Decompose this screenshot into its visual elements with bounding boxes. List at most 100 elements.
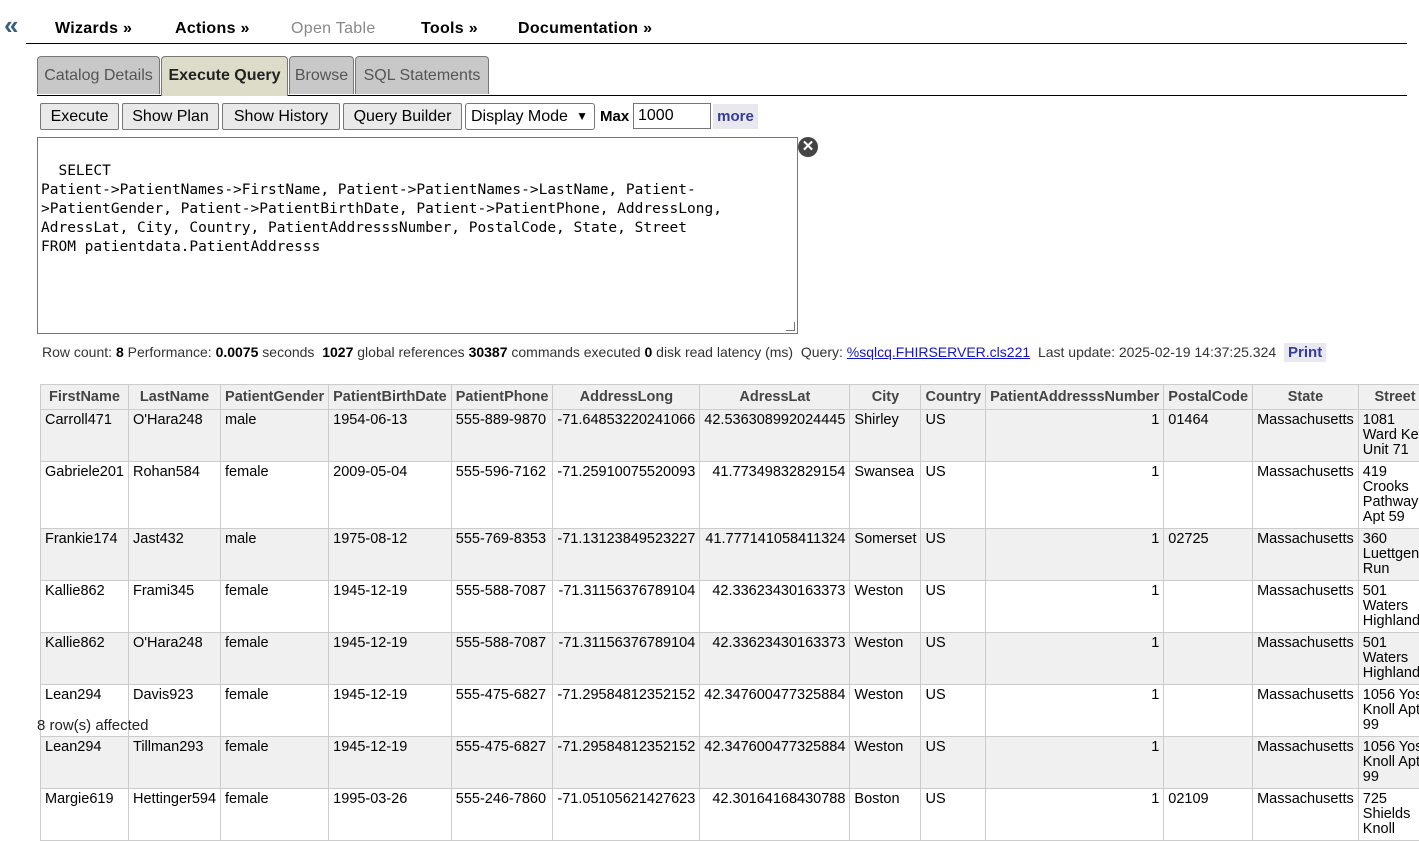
table-cell: Massachusetts — [1253, 410, 1359, 462]
rows-affected: 8 row(s) affected — [37, 717, 148, 734]
table-cell: 555-475-6827 — [451, 737, 553, 789]
table-cell: 42.33623430163373 — [700, 633, 850, 685]
commands-value: 30387 — [469, 344, 508, 360]
table-cell: 555-588-7087 — [451, 633, 553, 685]
table-cell: 555-246-7860 — [451, 789, 553, 841]
table-cell: O'Hara248 — [129, 633, 221, 685]
table-cell: Somerset — [850, 529, 921, 581]
table-cell: US — [921, 737, 986, 789]
table-cell: female — [221, 633, 329, 685]
table-cell: 1 — [986, 685, 1164, 737]
tab-execute-query[interactable]: Execute Query — [161, 56, 288, 96]
table-cell: 1945-12-19 — [329, 685, 452, 737]
global-refs-label: global references — [357, 344, 464, 360]
column-header: PostalCode — [1164, 385, 1253, 410]
tab-sql-statements[interactable]: SQL Statements — [355, 56, 489, 94]
table-cell: 1056 Yost Knoll Apt 99 — [1358, 737, 1419, 789]
query-cache-link[interactable]: %sqlcq.FHIRSERVER.cls221 — [847, 344, 1030, 360]
column-header: AdressLat — [700, 385, 850, 410]
table-cell: female — [221, 581, 329, 633]
more-link[interactable]: more — [713, 104, 758, 129]
table-cell: 42.536308992024445 — [700, 410, 850, 462]
table-cell: male — [221, 529, 329, 581]
table-cell: Massachusetts — [1253, 737, 1359, 789]
table-cell: US — [921, 685, 986, 737]
show-history-button[interactable]: Show History — [222, 103, 340, 130]
nav-actions[interactable]: Actions » — [175, 20, 250, 38]
table-cell: Hettinger594 — [129, 789, 221, 841]
table-cell: Frami345 — [129, 581, 221, 633]
table-cell: Massachusetts — [1253, 633, 1359, 685]
table-cell: 1 — [986, 581, 1164, 633]
query-builder-button[interactable]: Query Builder — [343, 103, 462, 130]
table-cell: US — [921, 462, 986, 529]
global-refs-value: 1027 — [322, 344, 353, 360]
row-count-label: Row count: — [42, 344, 112, 360]
nav-open-table: Open Table — [291, 20, 376, 38]
column-header: AddressLong — [553, 385, 700, 410]
table-cell: 1 — [986, 737, 1164, 789]
table-cell: 1945-12-19 — [329, 737, 452, 789]
show-plan-button[interactable]: Show Plan — [122, 103, 219, 130]
disk-latency-value: 0 — [644, 344, 652, 360]
table-cell: US — [921, 581, 986, 633]
table-cell: 42.30164168430788 — [700, 789, 850, 841]
table-cell: Lean294 — [41, 737, 129, 789]
table-cell: 1 — [986, 410, 1164, 462]
top-nav: Wizards » Actions » Open Table Tools » D… — [26, 16, 1407, 44]
table-cell: female — [221, 462, 329, 529]
seconds-label: seconds — [262, 344, 314, 360]
table-cell: Boston — [850, 789, 921, 841]
table-cell: 01464 — [1164, 410, 1253, 462]
table-cell: US — [921, 410, 986, 462]
table-cell: 1975-08-12 — [329, 529, 452, 581]
table-cell: -71.29584812352152 — [553, 737, 700, 789]
table-cell — [1164, 581, 1253, 633]
collapse-menu-icon[interactable]: « — [4, 12, 18, 38]
table-cell: male — [221, 410, 329, 462]
table-cell: 360 Luettgen Run — [1358, 529, 1419, 581]
max-rows-input[interactable]: 1000 — [633, 103, 711, 129]
tab-browse[interactable]: Browse — [289, 56, 354, 94]
display-mode-select[interactable]: Display Mode ▼ — [465, 103, 595, 130]
table-cell: 1954-06-13 — [329, 410, 452, 462]
nav-tools[interactable]: Tools » — [421, 20, 478, 38]
clear-query-icon[interactable]: ✕ — [798, 137, 818, 157]
table-cell: Massachusetts — [1253, 529, 1359, 581]
table-cell: Kallie862 — [41, 633, 129, 685]
table-cell: 42.33623430163373 — [700, 581, 850, 633]
tab-bar: Catalog Details Execute Query Browse SQL… — [37, 56, 1407, 96]
execute-button[interactable]: Execute — [40, 103, 119, 130]
table-cell: 1995-03-26 — [329, 789, 452, 841]
tab-catalog-details[interactable]: Catalog Details — [37, 56, 160, 94]
print-button[interactable]: Print — [1284, 343, 1326, 362]
table-cell: Tillman293 — [129, 737, 221, 789]
table-row: Gabriele201Rohan584female2009-05-04555-5… — [41, 462, 1419, 529]
table-cell: Jast432 — [129, 529, 221, 581]
disk-latency-label: disk read latency (ms) — [656, 344, 793, 360]
table-cell: -71.64853220241066 — [553, 410, 700, 462]
table-cell: 419 Crooks Pathway Apt 59 — [1358, 462, 1419, 529]
table-cell: 725 Shields Knoll — [1358, 789, 1419, 841]
table-cell — [1164, 737, 1253, 789]
table-cell: -71.05105621427623 — [553, 789, 700, 841]
max-label: Max — [600, 108, 629, 125]
column-header: Street — [1358, 385, 1419, 410]
performance-value: 0.0075 — [216, 344, 259, 360]
table-cell: 02725 — [1164, 529, 1253, 581]
table-cell: 1081 Ward Key Unit 71 — [1358, 410, 1419, 462]
resize-handle-icon[interactable] — [786, 322, 795, 331]
sql-query-textarea[interactable]: SELECT Patient->PatientNames->FirstName,… — [37, 137, 798, 334]
table-cell: 02109 — [1164, 789, 1253, 841]
table-cell: Weston — [850, 581, 921, 633]
query-stats: Row count: 8 Performance: 0.0075 seconds… — [42, 343, 1326, 362]
table-cell: Swansea — [850, 462, 921, 529]
table-cell: US — [921, 529, 986, 581]
nav-documentation[interactable]: Documentation » — [518, 20, 652, 38]
table-cell: 555-889-9870 — [451, 410, 553, 462]
column-header: PatientGender — [221, 385, 329, 410]
nav-wizards[interactable]: Wizards » — [55, 20, 132, 38]
table-cell: -71.13123849523227 — [553, 529, 700, 581]
last-update-label: Last update: — [1038, 344, 1115, 360]
table-cell: 1 — [986, 529, 1164, 581]
